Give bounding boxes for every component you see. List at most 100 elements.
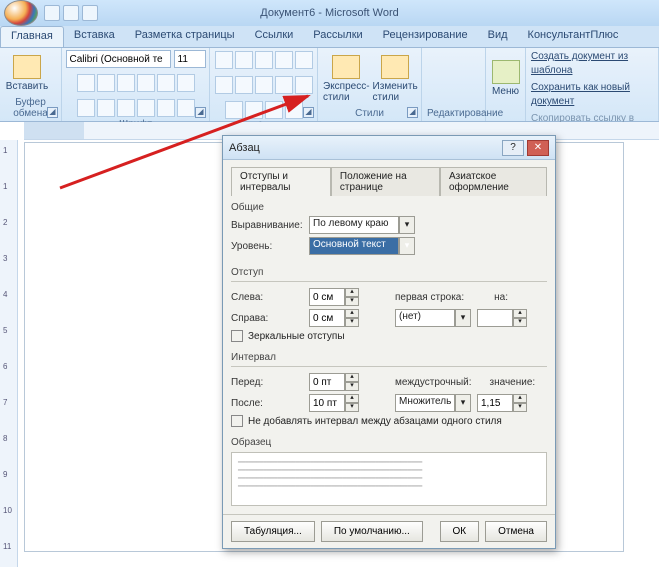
section-general: Общие (231, 202, 547, 213)
right-indent-spinner[interactable]: ▴▾ (309, 309, 359, 327)
superscript-button[interactable] (177, 74, 195, 92)
change-case-button[interactable] (117, 99, 135, 117)
multilevel-button[interactable] (255, 51, 273, 69)
align-right-button[interactable] (255, 76, 273, 94)
group-editing: Редактирование (422, 48, 486, 121)
tab-layout[interactable]: Разметка страницы (125, 26, 245, 47)
tab-consultant[interactable]: КонсультантПлюс (518, 26, 629, 47)
no-add-space-checkbox[interactable] (231, 415, 243, 427)
highlight-button[interactable] (77, 99, 95, 117)
sort-button[interactable] (265, 101, 283, 119)
directum-link-create[interactable]: Создать документ из шаблона (531, 50, 653, 78)
clear-format-button[interactable] (177, 99, 195, 117)
qat-save-icon[interactable] (44, 5, 60, 21)
paragraph-dialog-launcher[interactable]: ◢ (303, 107, 314, 118)
cancel-button[interactable]: Отмена (485, 521, 547, 542)
tab-insert[interactable]: Вставка (64, 26, 125, 47)
tab-view[interactable]: Вид (478, 26, 518, 47)
alignment-label: Выравнивание: (231, 220, 309, 231)
left-indent-spinner[interactable]: ▴▾ (309, 288, 359, 306)
chevron-down-icon[interactable]: ▾ (455, 309, 471, 327)
borders-button[interactable] (245, 101, 263, 119)
italic-button[interactable] (97, 74, 115, 92)
before-label: Перед: (231, 377, 309, 388)
dlg-tab-indents[interactable]: Отступы и интервалы (231, 167, 331, 196)
quick-styles-icon (332, 55, 360, 79)
firstline-combo[interactable]: (нет) ▾ (395, 309, 455, 327)
quick-styles-button[interactable]: Экспресс-стили (323, 55, 370, 103)
office-button[interactable] (4, 0, 38, 26)
window-titlebar: Документ6 - Microsoft Word (0, 0, 659, 26)
group-clipboard: Вставить Буфер обмена ◢ (0, 48, 62, 121)
chevron-down-icon[interactable]: ▾ (399, 216, 415, 234)
ok-button[interactable]: ОК (440, 521, 480, 542)
clipboard-dialog-launcher[interactable]: ◢ (47, 107, 58, 118)
underline-button[interactable] (117, 74, 135, 92)
directum-link-save[interactable]: Сохранить как новый документ (531, 81, 653, 109)
change-styles-icon (381, 55, 409, 79)
mirror-indents-checkbox[interactable] (231, 330, 243, 342)
font-dialog-launcher[interactable]: ◢ (195, 107, 206, 118)
alignment-combo[interactable]: По левому краю ▾ (309, 216, 399, 234)
group-directum: Создать документ из шаблона Сохранить ка… (526, 48, 659, 121)
section-indent: Отступ (231, 267, 547, 278)
dialog-titlebar[interactable]: Абзац ? ✕ (223, 136, 555, 160)
font-size-combo[interactable] (174, 50, 206, 68)
bullets-button[interactable] (215, 51, 233, 69)
menu-label: Меню (492, 86, 519, 97)
default-button[interactable]: По умолчанию... (321, 521, 423, 542)
document-title: Документ6 - Microsoft Word (260, 7, 398, 19)
align-center-button[interactable] (235, 76, 253, 94)
chevron-down-icon[interactable]: ▾ (399, 237, 415, 255)
tab-home[interactable]: Главная (0, 26, 64, 47)
line-spacing-button[interactable] (295, 76, 313, 94)
ruler-tick: 5 (3, 326, 7, 335)
menu-button[interactable]: Меню (491, 60, 520, 97)
shrink-font-button[interactable] (157, 99, 175, 117)
change-styles-button[interactable]: Изменить стили (373, 55, 418, 103)
tab-review[interactable]: Рецензирование (373, 26, 478, 47)
before-spinner[interactable]: ▴▾ (309, 373, 359, 391)
align-left-button[interactable] (215, 76, 233, 94)
decrease-indent-button[interactable] (275, 51, 293, 69)
tabs-button[interactable]: Табуляция... (231, 521, 315, 542)
dialog-tabs: Отступы и интервалы Положение на страниц… (231, 166, 547, 196)
vertical-ruler[interactable]: 1 1 2 3 4 5 6 7 8 9 10 11 (0, 140, 18, 567)
group-title-styles: Стили (323, 107, 416, 119)
group-styles: Экспресс-стили Изменить стили Стили ◢ (318, 48, 422, 121)
font-family-combo[interactable] (66, 50, 171, 68)
bold-button[interactable] (77, 74, 95, 92)
qat-redo-icon[interactable] (82, 5, 98, 21)
subscript-button[interactable] (157, 74, 175, 92)
dlg-tab-asian[interactable]: Азиатское оформление (440, 167, 547, 196)
level-combo[interactable]: Основной текст ▾ (309, 237, 399, 255)
group-paragraph: Абзац ◢ (210, 48, 318, 121)
ruler-tick: 1 (3, 146, 7, 155)
strike-button[interactable] (137, 74, 155, 92)
at-spinner[interactable]: ▴▾ (477, 394, 527, 412)
group-title-editing: Редактирование (427, 107, 480, 119)
tab-references[interactable]: Ссылки (245, 26, 304, 47)
styles-dialog-launcher[interactable]: ◢ (407, 107, 418, 118)
linespacing-combo[interactable]: Множитель ▾ (395, 394, 455, 412)
paste-button[interactable]: Вставить (5, 55, 49, 92)
after-spinner[interactable]: ▴▾ (309, 394, 359, 412)
dlg-tab-pagepos[interactable]: Положение на странице (331, 167, 440, 196)
qat-undo-icon[interactable] (63, 5, 79, 21)
grow-font-button[interactable] (137, 99, 155, 117)
menu-icon (492, 60, 520, 84)
font-color-button[interactable] (97, 99, 115, 117)
shading-button[interactable] (225, 101, 243, 119)
dialog-help-button[interactable]: ? (502, 140, 524, 156)
no-add-space-label: Не добавлять интервал между абзацами одн… (248, 416, 502, 427)
dialog-title: Абзац (229, 142, 260, 154)
firstline-on-spinner[interactable]: ▴▾ (477, 309, 527, 327)
increase-indent-button[interactable] (295, 51, 313, 69)
dialog-close-button[interactable]: ✕ (527, 140, 549, 156)
tab-mailings[interactable]: Рассылки (303, 26, 372, 47)
justify-button[interactable] (275, 76, 293, 94)
chevron-down-icon[interactable]: ▾ (455, 394, 471, 412)
numbering-button[interactable] (235, 51, 253, 69)
show-marks-button[interactable] (285, 101, 303, 119)
linespacing-label: междустрочный: (395, 377, 472, 388)
